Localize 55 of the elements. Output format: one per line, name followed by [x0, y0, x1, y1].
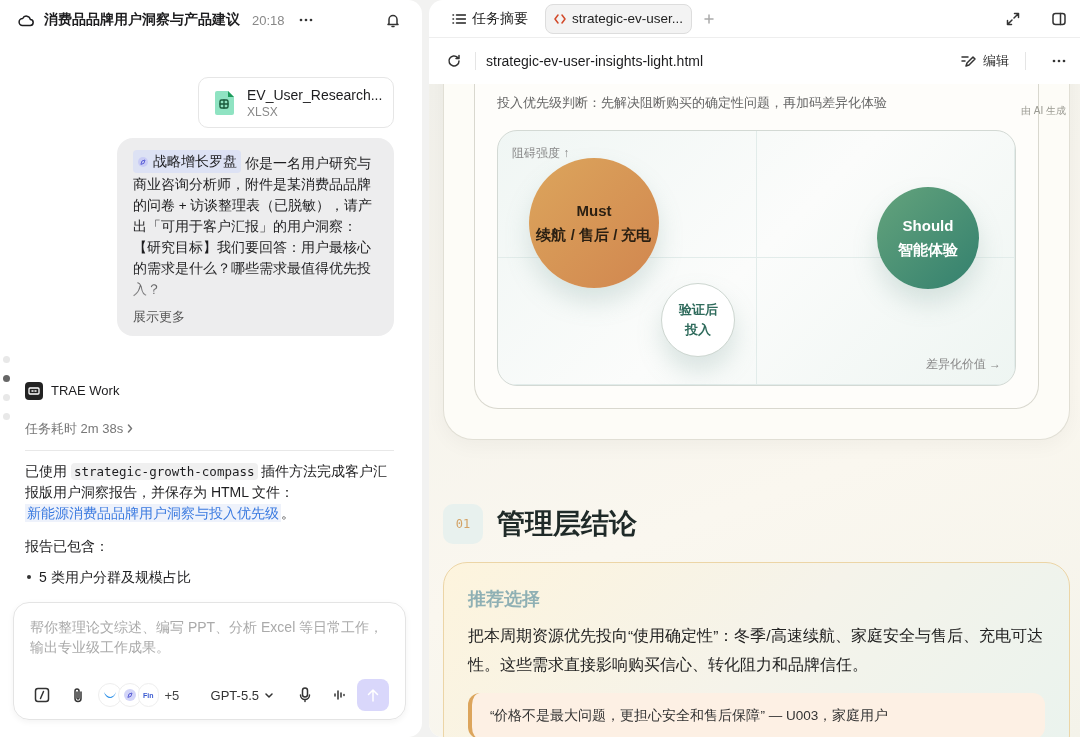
compass-icon	[123, 688, 137, 702]
waveform-icon	[333, 689, 345, 701]
compass-icon	[137, 155, 149, 168]
cloud-icon	[18, 13, 34, 27]
report-contents-label: 报告已包含：	[25, 536, 110, 556]
section-title: 管理层结论	[497, 507, 637, 541]
bullet-icon	[27, 575, 31, 579]
file-attachment-card[interactable]: EV_User_Research... XLSX	[198, 77, 394, 128]
priority-note: 投入优先级判断：先解决阻断购买的确定性问题，再加码差异化体验	[497, 94, 888, 112]
section-number: 01	[443, 504, 483, 544]
bullet-item: 5 类用户分群及规模占比	[39, 567, 191, 587]
tab[interactable]: 任务摘要	[443, 3, 537, 34]
sidebar-icon	[1052, 11, 1066, 26]
slash-square-icon	[34, 687, 50, 703]
edit-button[interactable]: 编辑	[955, 51, 1015, 71]
arrow-up-icon	[367, 688, 379, 702]
priority-bubble: Must 续航 / 售后 / 充电	[529, 158, 659, 288]
expand-icon	[1006, 11, 1020, 26]
reply-paragraph: 已使用 strategic-growth-compass 插件方法完成客户汇报版用户洞察报告，并保存为 HTML 文件： 新能源消费品品牌用户洞察与投入优先级。	[25, 461, 389, 524]
reload-icon	[447, 54, 461, 68]
plus-icon	[704, 13, 715, 24]
pen-icon	[961, 55, 977, 67]
recommendation-text: 把本周期资源优先投向“使用确定性”：冬季/高速续航、家庭安全与售后、充电可达性。这些需求直接影响购买信心、转化阻力和品牌信任。	[468, 626, 1044, 675]
file-name: EV_User_Research...	[247, 86, 383, 103]
task-duration-toggle[interactable]: 任务耗时 2m 38s	[25, 419, 134, 438]
microphone-icon	[299, 687, 311, 703]
bell-icon	[386, 12, 400, 28]
chat-title: 消费品品牌用户洞察与产品建议	[44, 11, 240, 29]
file-name: strategic-ev-user-insights-light.html	[486, 53, 704, 69]
more-plugins-count: +5	[164, 687, 180, 703]
chevron-right-icon	[127, 424, 134, 433]
more-icon	[1052, 59, 1066, 63]
show-more-link[interactable]: 展示更多	[133, 307, 185, 326]
priority-bubble: 验证后 投入	[661, 283, 735, 357]
ai-generated-label: 由 AI 生成	[1021, 104, 1066, 118]
more-icon	[298, 18, 313, 22]
message-text: 战略增长罗盘 你是一名用户研究与商业咨询分析师，附件是某消费品品牌的问卷 + 访谈整理表（已脱敏），请产出「可用于客户汇报」的用户洞察：	[133, 150, 378, 237]
paperclip-icon	[72, 687, 84, 703]
message-text: 【研究目标】我们要回答：用户最核心的需求是什么？哪些需求最值得优先投入？	[133, 238, 372, 299]
model-selector[interactable]: GPT-5.5	[206, 683, 277, 707]
agent-name: TRAE Work	[51, 383, 120, 398]
x-axis-label: 差异化价值 →	[925, 356, 1001, 373]
tab[interactable]: strategic-ev-user...	[545, 3, 693, 34]
chat-time: 20:18	[252, 12, 285, 28]
agent-logo-icon	[25, 381, 43, 400]
card-label: 推荐选择	[468, 588, 541, 611]
file-type: XLSX	[247, 104, 279, 119]
spreadsheet-icon	[213, 89, 235, 116]
step-dot[interactable]	[3, 375, 10, 382]
chevron-down-icon	[265, 692, 273, 698]
code-icon	[554, 13, 566, 24]
list-icon	[452, 12, 466, 25]
priority-bubble: Should 智能体验	[877, 187, 979, 289]
report-link[interactable]: 新能源消费品品牌用户洞察与投入优先级	[25, 503, 281, 522]
user-quote: “价格不是最大问题，更担心安全和售后保障” — U003，家庭用户	[468, 693, 1045, 737]
